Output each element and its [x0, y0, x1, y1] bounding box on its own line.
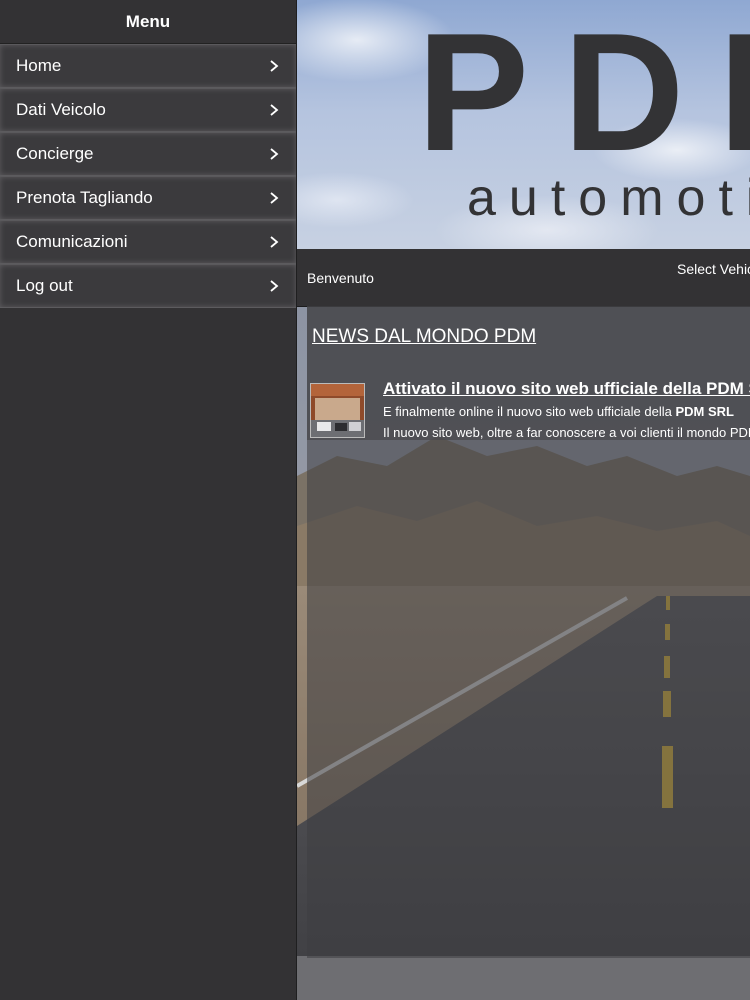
hero-banner: PDM automotive: [297, 0, 750, 249]
chevron-right-icon: [270, 148, 279, 160]
logo-text: PDM: [417, 0, 750, 186]
menu-item-label: Dati Veicolo: [16, 100, 106, 119]
news-article-line: Il nuovo sito web, oltre a far conoscere…: [383, 425, 750, 440]
menu-item-label: Home: [16, 56, 62, 75]
menu-item-label: Comunicazioni: [16, 232, 128, 251]
news-heading[interactable]: NEWS DAL MONDO PDM: [312, 326, 536, 348]
chevron-right-icon: [270, 104, 279, 116]
news-article-line: E finalmente online il nuovo sito web uf…: [383, 404, 734, 419]
side-menu: Menu Home Dati Veicolo Concierge Prenota…: [0, 0, 297, 1000]
menu-item-dati-veicolo[interactable]: Dati Veicolo: [0, 88, 296, 132]
menu-item-log-out[interactable]: Log out: [0, 264, 296, 308]
menu-item-label: Concierge: [16, 144, 94, 163]
menu-item-prenota-tagliando[interactable]: Prenota Tagliando: [0, 176, 296, 220]
news-thumbnail[interactable]: [310, 383, 365, 438]
chevron-right-icon: [270, 60, 279, 72]
menu-item-label: Log out: [16, 276, 73, 295]
news-article-bold-text: PDM SRL: [675, 404, 734, 419]
chevron-right-icon: [270, 280, 279, 292]
chevron-right-icon: [270, 192, 279, 204]
menu-list: Home Dati Veicolo Concierge Prenota Tagl…: [0, 43, 296, 308]
top-bar: Benvenuto Select Vehicle: [297, 249, 750, 307]
menu-item-comunicazioni[interactable]: Comunicazioni: [0, 220, 296, 264]
logo-subtitle: automotive: [467, 169, 750, 227]
chevron-right-icon: [270, 236, 279, 248]
menu-item-concierge[interactable]: Concierge: [0, 132, 296, 176]
select-vehicle-button[interactable]: Select Vehicle: [677, 261, 750, 277]
showroom-thumbnail-image: [311, 384, 364, 437]
welcome-text: Benvenuto: [307, 270, 374, 286]
news-article-text: E finalmente online il nuovo sito web uf…: [383, 404, 676, 419]
news-article-title[interactable]: Attivato il nuovo sito web ufficiale del…: [383, 379, 750, 399]
menu-item-home[interactable]: Home: [0, 44, 296, 88]
menu-item-label: Prenota Tagliando: [16, 188, 153, 207]
main-content: PDM automotive Benvenuto Select Vehicle …: [297, 0, 750, 1000]
menu-title: Menu: [125, 12, 171, 31]
app-screen: Menu Home Dati Veicolo Concierge Prenota…: [0, 0, 750, 1000]
